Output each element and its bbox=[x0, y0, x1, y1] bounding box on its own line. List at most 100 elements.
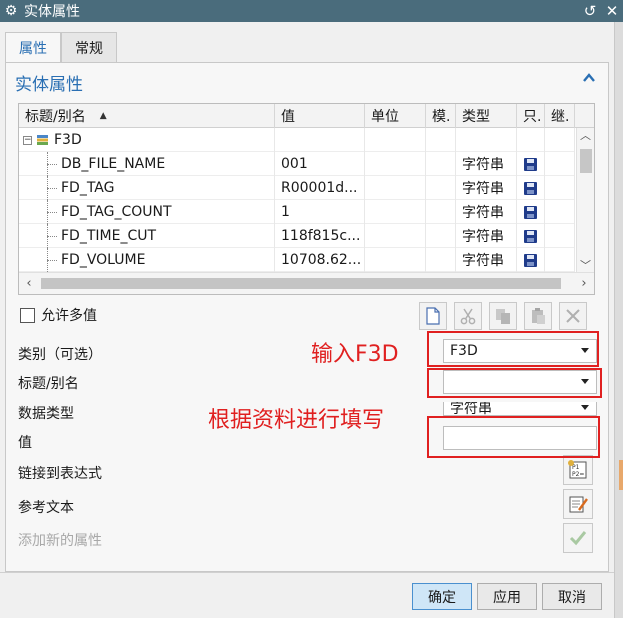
window-edge bbox=[614, 22, 623, 618]
table-row[interactable]: FD_TIME_CUT 118f815c... 字符串 bbox=[19, 224, 575, 248]
annotation-fill-by-data: 根据资料进行填写 bbox=[208, 408, 385, 433]
title-alias-label: 标题/别名 bbox=[18, 376, 79, 392]
table-body: − F3D DB_FILE_NAME 001 字符串 FD_TAG R00001… bbox=[19, 128, 575, 273]
table-row[interactable]: FD_VOLUME 10708.62... 字符串 bbox=[19, 248, 575, 272]
ok-button[interactable]: 确定 bbox=[412, 583, 472, 610]
allow-multiple-option[interactable]: 允许多值 bbox=[20, 305, 97, 325]
svg-text:P2=: P2= bbox=[572, 471, 584, 478]
column-header-unit[interactable]: 单位 bbox=[365, 104, 426, 128]
edit-text-icon bbox=[569, 496, 588, 513]
allow-multiple-checkbox[interactable] bbox=[20, 307, 35, 323]
add-new-attribute-label: 添加新的属性 bbox=[18, 533, 102, 549]
save-icon bbox=[524, 205, 537, 219]
section-title: 实体属性 bbox=[15, 75, 83, 95]
attr-inherit bbox=[545, 200, 575, 224]
attr-unit bbox=[365, 176, 426, 200]
attr-inherit bbox=[545, 176, 575, 200]
link-expression-label: 链接到表达式 bbox=[18, 466, 102, 482]
annotation-input-f3d: 输入F3D bbox=[311, 342, 399, 367]
attr-value: 1 bbox=[275, 200, 365, 224]
paste-icon[interactable] bbox=[524, 302, 552, 330]
reset-icon[interactable]: ↺ bbox=[579, 2, 601, 20]
attr-value: R00001d... bbox=[275, 176, 365, 200]
column-header-value[interactable]: 值 bbox=[275, 104, 365, 128]
table-row[interactable]: DB_FILE_NAME 001 字符串 bbox=[19, 152, 575, 176]
table-row[interactable]: FD_TAG_COUNT 1 字符串 bbox=[19, 200, 575, 224]
cancel-button[interactable]: 取消 bbox=[542, 583, 602, 610]
attr-mode bbox=[426, 152, 456, 176]
tab-general[interactable]: 常规 bbox=[61, 32, 117, 62]
attributes-table: 标题/别名 ▲ 值 单位 模. 类型 只. 继. − F3D DB_FILE_N… bbox=[18, 103, 595, 295]
close-icon[interactable]: ✕ bbox=[601, 2, 623, 20]
chevron-down-icon bbox=[581, 405, 589, 410]
column-header-readonly[interactable]: 只. bbox=[517, 104, 545, 128]
annotation-box-title bbox=[427, 368, 602, 398]
copy-icon[interactable] bbox=[489, 302, 517, 330]
gear-icon[interactable]: ⚙ bbox=[0, 3, 22, 19]
allow-multiple-label: 允许多值 bbox=[41, 308, 97, 324]
data-type-select[interactable]: 字符串 bbox=[443, 402, 597, 416]
horizontal-scrollbar[interactable]: ‹ › bbox=[19, 272, 594, 294]
collapse-node-icon[interactable]: − bbox=[23, 135, 32, 145]
attr-inherit bbox=[545, 152, 575, 176]
save-icon bbox=[524, 157, 537, 171]
column-header-type[interactable]: 类型 bbox=[456, 104, 517, 128]
attr-mode bbox=[426, 248, 456, 272]
save-icon bbox=[524, 253, 537, 267]
attr-unit bbox=[365, 248, 426, 272]
window-title: 实体属性 bbox=[24, 4, 80, 20]
value-label: 值 bbox=[18, 435, 32, 451]
tab-bar: 属性 常规 bbox=[5, 32, 117, 63]
attr-type: 字符串 bbox=[456, 152, 517, 176]
scroll-left-icon[interactable]: ‹ bbox=[21, 276, 37, 291]
link-expression-button[interactable]: P1 P2= bbox=[563, 455, 593, 485]
attr-value: 10708.62... bbox=[275, 248, 365, 272]
table-row[interactable]: FD_TAG R00001d... 字符串 bbox=[19, 176, 575, 200]
scroll-up-icon[interactable]: ︿ bbox=[577, 128, 594, 144]
annotation-box-category bbox=[427, 331, 599, 367]
add-attribute-button[interactable] bbox=[563, 523, 593, 553]
tab-properties[interactable]: 属性 bbox=[5, 32, 61, 63]
attr-name: DB_FILE_NAME bbox=[19, 152, 275, 176]
attr-mode bbox=[426, 176, 456, 200]
reference-text-button[interactable] bbox=[563, 489, 593, 519]
tree-root-row[interactable]: − F3D bbox=[19, 128, 575, 152]
scroll-thumb[interactable] bbox=[41, 278, 561, 289]
new-document-icon[interactable] bbox=[419, 302, 447, 330]
column-header-title[interactable]: 标题/别名 ▲ bbox=[19, 104, 275, 128]
delete-icon[interactable] bbox=[559, 302, 587, 330]
attr-type: 字符串 bbox=[456, 200, 517, 224]
attr-inherit bbox=[545, 224, 575, 248]
checkmark-icon bbox=[569, 531, 587, 546]
annotation-box-value bbox=[427, 416, 600, 458]
cut-icon[interactable] bbox=[454, 302, 482, 330]
column-header-inherit[interactable]: 继. bbox=[545, 104, 575, 128]
attr-name: FD_TAG bbox=[19, 176, 275, 200]
scroll-thumb[interactable] bbox=[580, 149, 592, 173]
scroll-right-icon[interactable]: › bbox=[576, 276, 592, 291]
data-type-label: 数据类型 bbox=[18, 406, 74, 422]
vertical-scrollbar[interactable]: ︿ ﹀ bbox=[576, 128, 594, 274]
data-type-value: 字符串 bbox=[450, 402, 492, 416]
attr-type: 字符串 bbox=[456, 224, 517, 248]
attr-name: FD_TAG_COUNT bbox=[19, 200, 275, 224]
attr-inherit bbox=[545, 248, 575, 272]
edge-highlight bbox=[619, 460, 623, 490]
attr-value: 001 bbox=[275, 152, 365, 176]
attribute-toolbar bbox=[419, 302, 594, 330]
attr-mode bbox=[426, 200, 456, 224]
save-icon bbox=[524, 229, 537, 243]
table-header: 标题/别名 ▲ 值 单位 模. 类型 只. 继. bbox=[19, 104, 594, 128]
apply-button[interactable]: 应用 bbox=[477, 583, 537, 610]
attr-unit bbox=[365, 200, 426, 224]
save-icon bbox=[524, 181, 537, 195]
attr-unit bbox=[365, 152, 426, 176]
title-bar: ⚙ 实体属性 ↺ ✕ bbox=[0, 0, 623, 22]
attr-name: FD_VOLUME bbox=[19, 248, 275, 272]
attr-type: 字符串 bbox=[456, 176, 517, 200]
chevron-up-icon[interactable] bbox=[582, 71, 596, 85]
footer-divider bbox=[0, 572, 614, 573]
reference-text-label: 参考文本 bbox=[18, 500, 74, 516]
column-header-mode[interactable]: 模. bbox=[426, 104, 456, 128]
tree-root-label: F3D bbox=[54, 132, 82, 148]
